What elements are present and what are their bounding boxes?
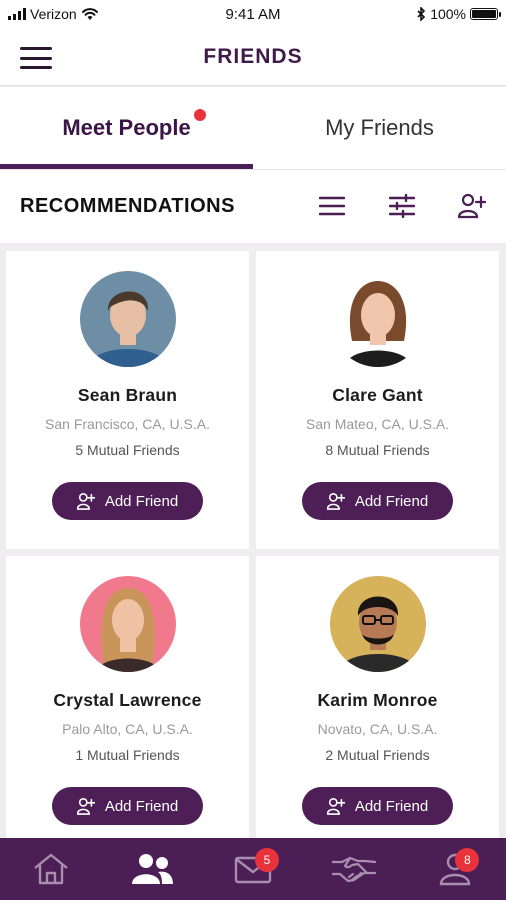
person-location: Palo Alto, CA, U.S.A. [62, 721, 193, 737]
nav-profile[interactable]: 8 [425, 844, 485, 894]
recommendation-actions [318, 192, 486, 220]
notification-badge: 5 [254, 848, 279, 872]
nav-home[interactable] [21, 844, 81, 894]
person-name: Karim Monroe [317, 690, 438, 710]
add-person-icon [326, 492, 345, 510]
tab-bar: Meet People My Friends [0, 87, 506, 169]
app-header: FRIENDS [0, 28, 506, 86]
person-location: San Francisco, CA, U.S.A. [45, 416, 210, 432]
add-person-icon [76, 492, 95, 510]
person-card: Sean Braun San Francisco, CA, U.S.A. 5 M… [6, 251, 249, 549]
tab-my-friends[interactable]: My Friends [253, 87, 506, 169]
add-friend-label: Add Friend [354, 797, 429, 815]
notification-dot [193, 109, 206, 121]
status-left: Verizon [8, 6, 99, 22]
person-card: Karim Monroe Novato, CA, U.S.A. 2 Mutual… [256, 556, 499, 854]
status-bar: Verizon 9:41 AM 100% [0, 0, 506, 28]
carrier-label: Verizon [30, 6, 77, 22]
person-name: Clare Gant [332, 385, 423, 405]
mutual-friends-count: 8 Mutual Friends [325, 442, 430, 458]
battery-level [472, 10, 496, 18]
wifi-icon [81, 8, 98, 20]
bluetooth-icon [417, 7, 426, 21]
person-card: Clare Gant San Mateo, CA, U.S.A. 8 Mutua… [256, 251, 499, 549]
mutual-friends-count: 2 Mutual Friends [325, 747, 430, 763]
friends-icon [131, 854, 173, 884]
signal-icon [8, 8, 26, 20]
add-person-icon [326, 797, 345, 815]
mutual-friends-count: 5 Mutual Friends [75, 442, 180, 458]
avatar [329, 576, 426, 672]
add-friend-button[interactable]: Add Friend [52, 482, 203, 520]
person-location: Novato, CA, U.S.A. [317, 721, 438, 737]
tab-meet-people[interactable]: Meet People [0, 87, 253, 169]
status-right: 100% [416, 6, 501, 22]
hamburger-menu-icon[interactable] [20, 47, 52, 69]
handshake-icon [332, 856, 377, 883]
page-title: FRIENDS [203, 44, 303, 68]
person-name: Sean Braun [77, 385, 178, 405]
avatar [329, 271, 426, 367]
list-view-icon[interactable] [318, 192, 346, 220]
bottom-nav: 5 8 [0, 838, 506, 900]
add-friend-button[interactable]: Add Friend [302, 787, 453, 825]
add-friend-label: Add Friend [104, 797, 179, 815]
notification-badge: 8 [455, 848, 480, 872]
filter-sliders-icon[interactable] [388, 192, 416, 220]
person-name: Crystal Lawrence [53, 690, 202, 710]
add-person-icon[interactable] [458, 192, 486, 220]
mutual-friends-count: 1 Mutual Friends [75, 747, 180, 763]
battery-percent: 100% [430, 6, 466, 22]
avatar [79, 576, 176, 672]
tab-label: Meet People [62, 115, 191, 140]
section-title: RECOMMENDATIONS [20, 195, 235, 217]
add-friend-label: Add Friend [354, 492, 429, 510]
add-friend-button[interactable]: Add Friend [302, 482, 453, 520]
add-friend-button[interactable]: Add Friend [52, 787, 203, 825]
tab-label: My Friends [325, 115, 434, 140]
home-icon [33, 853, 68, 885]
add-person-icon [76, 797, 95, 815]
person-location: San Mateo, CA, U.S.A. [305, 416, 450, 432]
nav-connections[interactable] [324, 844, 384, 894]
recommendations-bar: RECOMMENDATIONS [0, 169, 506, 243]
person-card: Crystal Lawrence Palo Alto, CA, U.S.A. 1… [6, 556, 249, 854]
battery-icon [470, 8, 501, 20]
nav-friends[interactable] [122, 844, 182, 894]
nav-messages[interactable]: 5 [223, 844, 283, 894]
avatar [79, 271, 176, 367]
add-friend-label: Add Friend [104, 492, 179, 510]
